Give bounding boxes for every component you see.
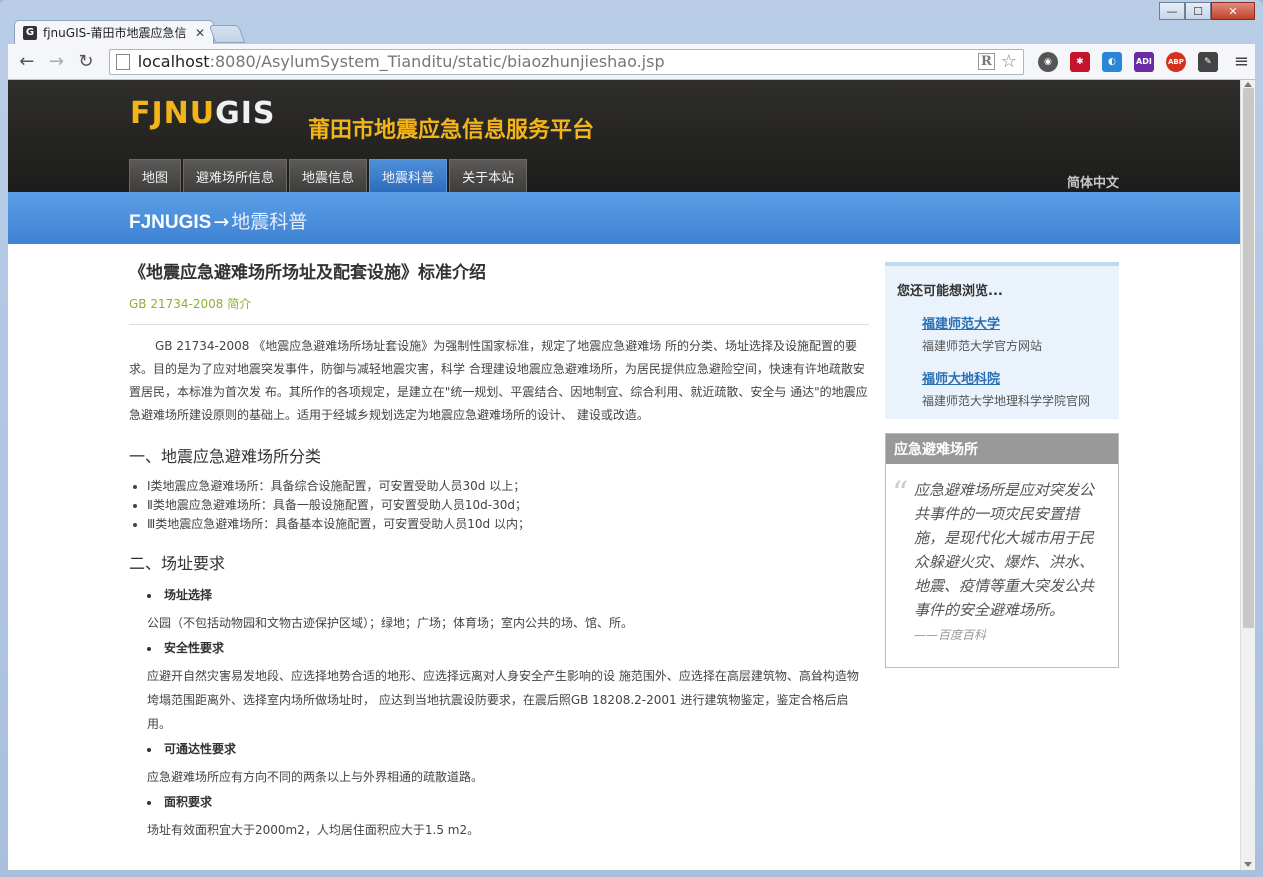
nav-about[interactable]: 关于本站 (449, 159, 528, 192)
logo-fjnu: FJNU (130, 96, 216, 131)
related-link-geo-college[interactable]: 福师大地科院 (922, 368, 1107, 387)
requirement-block: 安全性要求 应避开自然灾害易发地段、应选择地势合适的地形、应选择远离对人身安全产… (129, 639, 869, 736)
list-item: Ⅲ类地震应急避难场所：具备基本设施配置，可安置受助人员10d 以内； (147, 515, 869, 534)
readability-icon[interactable]: R (977, 53, 995, 70)
favicon-icon: G (23, 25, 37, 40)
url-host: localhost (137, 52, 210, 71)
article-intro: GB 21734-2008 《地震应急避难场所场址套设施》为强制性国家标准，规定… (129, 339, 868, 422)
page-icon (115, 53, 130, 70)
shelter-box-title: 应急避难场所 (886, 434, 1118, 464)
quote-source: ——百度百科 (914, 628, 987, 642)
minimize-button[interactable]: — (1159, 2, 1185, 20)
site-title: 莆田市地震应急信息服务平台 (308, 118, 595, 143)
requirement-text: 应避开自然灾害易发地段、应选择地势合适的地形、应选择远离对人身安全产生影响的设 … (147, 669, 859, 731)
requirement-block: 面积要求 场址有效面积宜大于2000m2，人均居住面积应大于1.5 m2。 (129, 793, 869, 842)
related-link: 福建师范大学 福建师范大学官方网站 (897, 313, 1107, 354)
shelter-quote: 应急避难场所是应对突发公共事件的一项灾民安置措施，是现代化大城市用于民众躲避火灾… (914, 481, 1095, 619)
adblock-icon[interactable]: ABP (1165, 51, 1186, 72)
scroll-down-icon[interactable] (1244, 862, 1252, 867)
bookmark-star-icon[interactable]: ☆ (1001, 51, 1017, 72)
list-item: Ⅱ类地震应急避难场所：具备一般设施配置，可安置受助人员10d-30d； (147, 496, 869, 515)
browser-tab[interactable]: G fjnuGIS-莆田市地震应急信 ✕ (14, 20, 214, 44)
requirement-text: 公园（不包括动物园和文物古迹保护区域）；绿地；广场；体育场；室内公共的场、馆、所… (147, 616, 634, 630)
vertical-scrollbar[interactable] (1240, 80, 1255, 870)
related-link-fjnu[interactable]: 福建师范大学 (922, 313, 1107, 332)
breadcrumb-home[interactable]: FJNUGIS (129, 212, 211, 233)
menu-icon[interactable]: ≡ (1234, 51, 1249, 72)
reload-button[interactable]: ↻ (73, 49, 99, 75)
blue-ext-icon[interactable]: ◐ (1101, 51, 1122, 72)
window-controls: — ☐ ✕ (1159, 2, 1255, 20)
main-nav: 地图 避难场所信息 地震信息 地震科普 关于本站 (129, 159, 529, 192)
requirement-label: 安全性要求 (164, 641, 225, 655)
list-item: Ⅰ类地震应急避难场所：具备综合设施配置，可安置受助人员30d 以上； (147, 477, 869, 496)
related-link-desc: 福建师范大学地理科学学院官网 (922, 394, 1091, 408)
language-switch[interactable]: 简体中文 (1067, 172, 1119, 191)
browser-toolbar: ← → ↻ localhost:8080/AsylumSystem_Tiandi… (8, 44, 1255, 80)
related-links-box: 您还可能想浏览... 福建师范大学 福建师范大学官方网站 福师大地科院 福建师范… (885, 262, 1119, 419)
requirement-block: 可通达性要求 应急避难场所应有方向不同的两条以上与外界相通的疏散道路。 (129, 740, 869, 789)
nav-map[interactable]: 地图 (129, 159, 182, 192)
globe-icon[interactable]: ◉ (1037, 51, 1058, 72)
sidebar: 您还可能想浏览... 福建师范大学 福建师范大学官方网站 福师大地科院 福建师范… (885, 262, 1119, 668)
requirement-text: 场址有效面积宜大于2000m2，人均居住面积应大于1.5 m2。 (147, 823, 480, 837)
breadcrumb-bar: FJNUGIS → 地震科普 (8, 192, 1240, 244)
red-ext-icon[interactable]: ✱ (1069, 51, 1090, 72)
category-list: Ⅰ类地震应急避难场所：具备综合设施配置，可安置受助人员30d 以上； Ⅱ类地震应… (129, 477, 869, 534)
requirement-text: 应急避难场所应有方向不同的两条以上与外界相通的疏散道路。 (147, 770, 484, 784)
article-subtitle: GB 21734-2008 简介 (129, 295, 869, 325)
requirement-label: 可通达性要求 (164, 742, 237, 756)
page-viewport: FJNUGIS 莆田市地震应急信息服务平台 地图 避难场所信息 地震信息 地震科… (8, 80, 1240, 870)
url-path: :8080/AsylumSystem_Tianditu/static/biaoz… (209, 52, 665, 71)
breadcrumb-current: 地震科普 (231, 211, 308, 233)
breadcrumb-arrow: → (213, 211, 230, 233)
close-window-button[interactable]: ✕ (1211, 2, 1255, 20)
shelter-box-body: “ 应急避难场所是应对突发公共事件的一项灾民安置措施，是现代化大城市用于民众躲避… (886, 464, 1118, 667)
logo-gis: GIS (215, 96, 276, 131)
tab-close-icon[interactable]: ✕ (195, 26, 205, 40)
quote-icon: “ (892, 474, 909, 512)
section-heading-site-requirements: 二、场址要求 (129, 554, 226, 573)
article: 《地震应急避难场所场址及配套设施》标准介绍 GB 21734-2008 简介 G… (129, 258, 869, 842)
new-tab-button[interactable] (208, 25, 246, 43)
issuu-icon[interactable]: ADI (1133, 51, 1154, 72)
maximize-button[interactable]: ☐ (1185, 2, 1211, 20)
site-header: FJNUGIS 莆田市地震应急信息服务平台 地图 避难场所信息 地震信息 地震科… (8, 80, 1240, 192)
forward-button[interactable]: → (44, 49, 70, 75)
scroll-up-icon[interactable] (1244, 82, 1252, 87)
tab-title: fjnuGIS-莆田市地震应急信 (43, 26, 187, 40)
nav-shelter-info[interactable]: 避难场所信息 (183, 159, 288, 192)
requirement-block: 场址选择 公园（不包括动物园和文物古迹保护区域）；绿地；广场；体育场；室内公共的… (129, 586, 869, 635)
shelter-definition-box: 应急避难场所 “ 应急避难场所是应对突发公共事件的一项灾民安置措施，是现代化大城… (885, 433, 1119, 668)
requirement-label: 场址选择 (164, 588, 213, 602)
nav-earthquake-science[interactable]: 地震科普 (369, 159, 448, 192)
breadcrumb: FJNUGIS → 地震科普 (129, 207, 307, 234)
site-logo[interactable]: FJNUGIS (130, 96, 276, 131)
section-heading-classification: 一、地震应急避难场所分类 (129, 447, 322, 466)
evernote-icon[interactable]: ✎ (1197, 51, 1218, 72)
back-button[interactable]: ← (14, 49, 40, 75)
related-links-title: 您还可能想浏览... (897, 284, 1003, 299)
scroll-thumb[interactable] (1243, 88, 1254, 628)
title-bar: G fjnuGIS-莆田市地震应急信 ✕ — ☐ ✕ (0, 0, 1263, 44)
address-bar[interactable]: localhost:8080/AsylumSystem_Tianditu/sta… (108, 48, 1024, 75)
nav-earthquake-info[interactable]: 地震信息 (289, 159, 368, 192)
extension-icons: ◉ ✱ ◐ ADI ABP ✎ ≡ (1037, 51, 1249, 72)
related-link-desc: 福建师范大学官方网站 (922, 339, 1043, 353)
article-title: 《地震应急避难场所场址及配套设施》标准介绍 (129, 263, 486, 283)
requirement-label: 面积要求 (164, 795, 213, 809)
related-link: 福师大地科院 福建师范大学地理科学学院官网 (897, 368, 1107, 409)
